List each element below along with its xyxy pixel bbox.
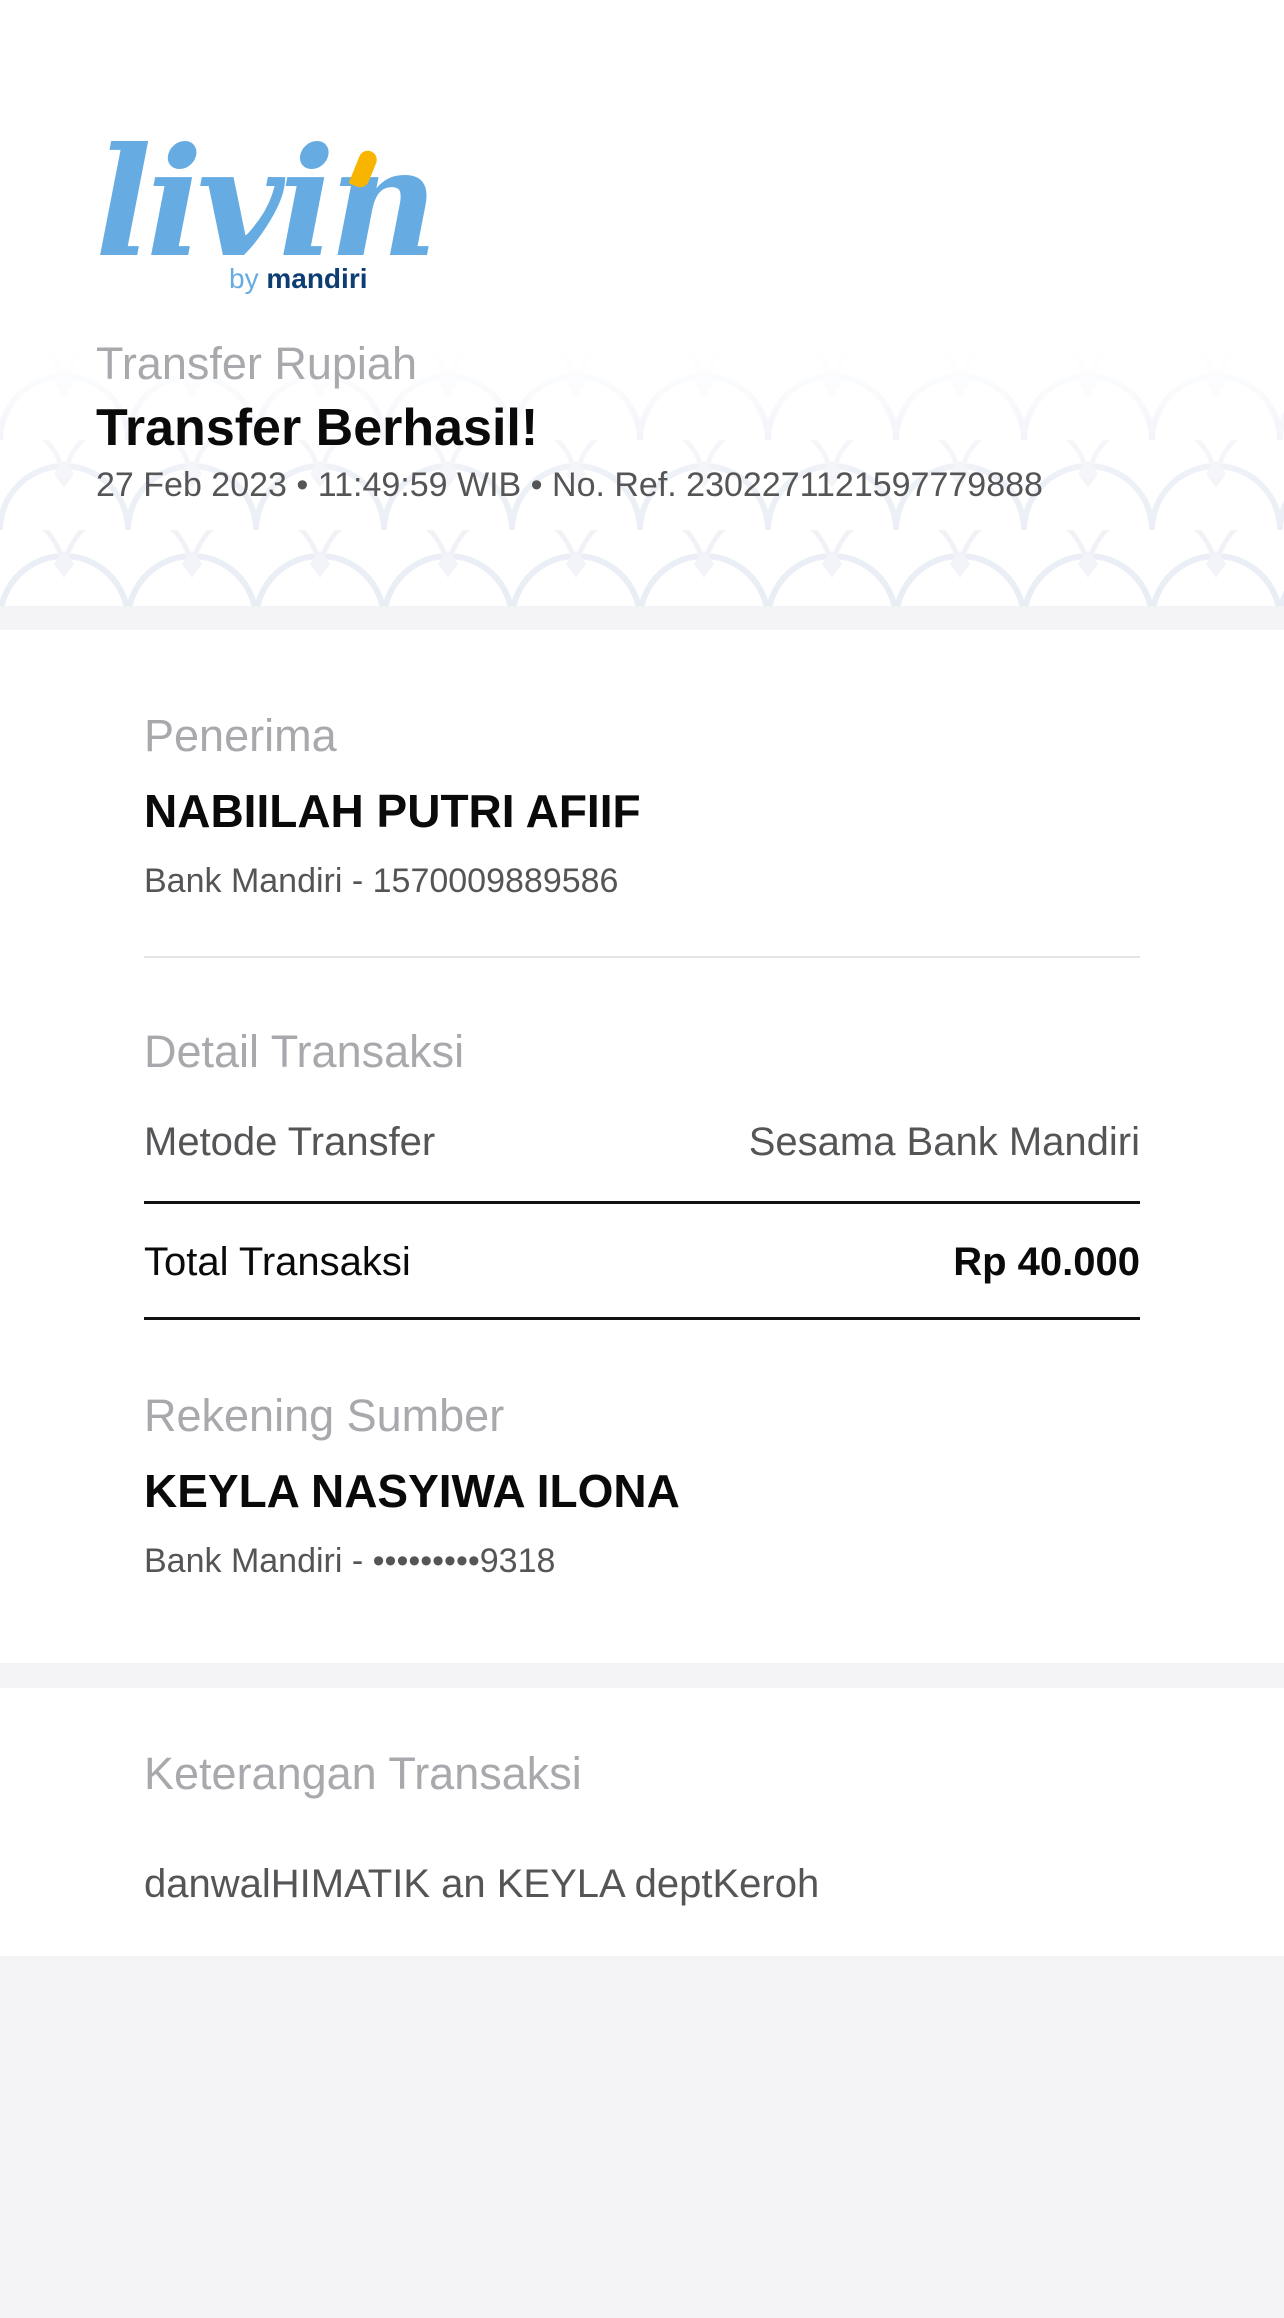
recipient-account: Bank Mandiri - 1570009889586 [144,862,619,900]
total-top-divider [144,1201,1140,1204]
source-label: Rekening Sumber [144,1390,505,1441]
transfer-method-row: Metode Transfer Sesama Bank Mandiri [144,1118,1140,1166]
note-label: Keterangan Transaksi [144,1748,582,1799]
source-name: KEYLA NASYIWA ILONA [144,1465,680,1517]
detail-label: Detail Transaksi [144,1026,465,1077]
transfer-method-value: Sesama Bank Mandiri [748,1120,1140,1164]
transfer-receipt: livin by mandiri Transfer Rupiah Transfe… [0,0,1284,2318]
source-account: Bank Mandiri - •••••••••9318 [144,1542,556,1580]
total-label: Total Transaksi [144,1240,411,1284]
total-bottom-divider [144,1317,1140,1320]
transaction-meta: 27 Feb 2023 • 11:49:59 WIB • No. Ref. 23… [96,466,1043,504]
transaction-card: Penerima NABIILAH PUTRI AFIIF Bank Mandi… [0,630,1284,1663]
recipient-label: Penerima [144,710,337,761]
section-divider [144,956,1140,958]
livin-mandiri-logo: livin by mandiri [95,128,438,304]
transfer-method-label: Metode Transfer [144,1120,436,1164]
note-card: Keterangan Transaksi danwalHIMATIK an KE… [0,1688,1284,1956]
logo-byline: by mandiri [229,263,368,294]
total-row: Total Transaksi Rp 40.000 [144,1238,1140,1286]
logo-wordmark: livin [95,115,438,291]
transfer-type: Transfer Rupiah [96,338,417,389]
total-amount: Rp 40.000 [953,1240,1140,1284]
recipient-name: NABIILAH PUTRI AFIIF [144,785,641,837]
receipt-header: livin by mandiri Transfer Rupiah Transfe… [0,0,1284,606]
note-text: danwalHIMATIK an KEYLA deptKeroh [144,1862,820,1906]
page-title: Transfer Berhasil! [96,399,539,457]
